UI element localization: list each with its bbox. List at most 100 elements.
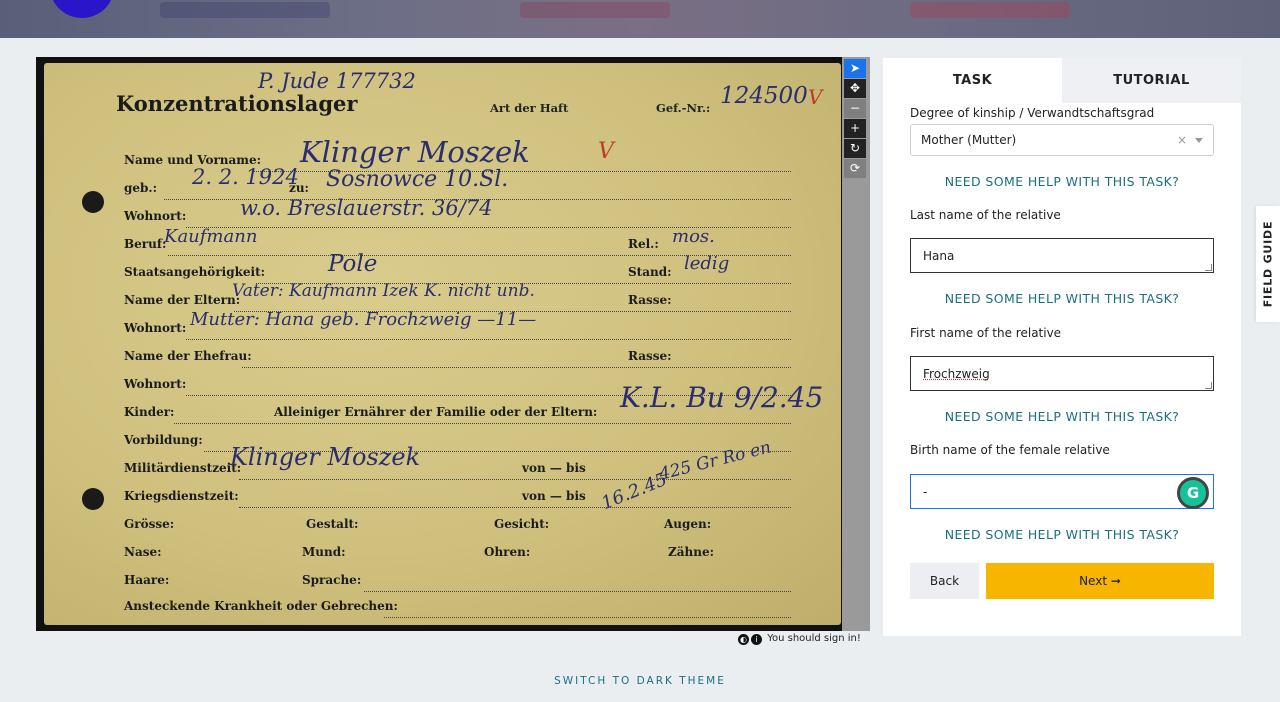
row-vorbildung: Vorbildung: xyxy=(124,433,791,455)
label-von-bis: von — bis xyxy=(522,461,586,475)
label-sprache: Sprache: xyxy=(302,573,362,587)
birth-name-input[interactable]: - G xyxy=(910,474,1214,509)
dotted-line xyxy=(174,423,791,424)
reset-icon[interactable]: ↻ xyxy=(844,139,866,158)
hand-beruf: Kaufmann xyxy=(164,226,258,247)
dark-theme-toggle[interactable]: SWITCH TO DARK THEME xyxy=(0,675,1280,687)
resize-handle[interactable] xyxy=(1205,382,1212,389)
sign-in-notice: ◐ i You should sign in! xyxy=(738,633,861,645)
zoom-out-icon[interactable]: − xyxy=(844,99,866,118)
kinship-label: Degree of kinship / Verwandtschaftsgrad xyxy=(910,106,1155,120)
label-ehefrau: Name der Ehefrau: xyxy=(124,349,252,363)
hand-rel: mos. xyxy=(672,226,715,247)
banner-blur xyxy=(160,2,330,18)
label-gesicht: Gesicht: xyxy=(494,517,550,531)
help-link[interactable]: NEED SOME HELP WITH THIS TASK? xyxy=(910,527,1214,542)
banner-blur xyxy=(910,2,1070,18)
label-vorbildung: Vorbildung: xyxy=(124,433,203,447)
hand-wohnort2: Mutter: Hana geb. Frochzweig —11— xyxy=(190,309,537,330)
registration-card-image: Konzentrationslager Art der Haft Gef.-Nr… xyxy=(36,57,842,631)
first-name-label: First name of the relative xyxy=(910,326,1062,340)
label-wohnort: Wohnort: xyxy=(124,377,187,391)
contrast-icon[interactable]: ◐ xyxy=(738,634,749,645)
panel-tabs: TASK TUTORIAL xyxy=(883,58,1241,103)
move-icon[interactable]: ✥ xyxy=(844,79,866,98)
first-name-input[interactable]: Frochzweig xyxy=(910,356,1214,391)
punch-hole xyxy=(82,488,104,510)
rotate-icon[interactable]: ⟳ xyxy=(844,159,866,178)
sign-in-text[interactable]: You should sign in! xyxy=(767,633,861,644)
field-guide-tab[interactable]: FIELD GUIDE xyxy=(1256,206,1280,322)
last-name-value: Hana xyxy=(923,249,955,263)
label-rasse: Rasse: xyxy=(628,293,672,307)
hand-signature: Klinger Moszek xyxy=(230,443,421,471)
label-kinder: Kinder: xyxy=(124,405,175,419)
row-haare: Haare: Sprache: xyxy=(124,573,791,595)
hand-kl: K.L. Bu 9/2.45 xyxy=(620,381,824,414)
tab-tutorial[interactable]: TUTORIAL xyxy=(1062,58,1241,103)
viewer-toolbar: ➤ ✥ − + ↻ ⟳ xyxy=(844,59,868,179)
card-art-der-haft: Art der Haft xyxy=(490,101,569,115)
banner-blur xyxy=(520,2,670,18)
row-groesse: Grösse: Gestalt: Gesicht: Augen: xyxy=(124,517,791,539)
document-viewer[interactable]: Konzentrationslager Art der Haft Gef.-Nr… xyxy=(36,57,870,631)
punch-hole xyxy=(82,191,104,213)
row-ehefrau: Name der Ehefrau: Rasse: xyxy=(124,349,791,371)
resize-handle[interactable] xyxy=(1205,264,1212,271)
row-krieg: Kriegsdienstzeit: von — bis xyxy=(124,489,791,511)
info-icon[interactable]: i xyxy=(751,634,762,645)
card-title: Konzentrationslager xyxy=(116,91,358,116)
label-gestalt: Gestalt: xyxy=(306,517,359,531)
grammarly-icon[interactable]: G xyxy=(1177,477,1209,509)
label-haare: Haare: xyxy=(124,573,170,587)
label-mund: Mund: xyxy=(302,545,346,559)
last-name-label: Last name of the relative xyxy=(910,208,1061,222)
label-groesse: Grösse: xyxy=(124,517,175,531)
tab-task[interactable]: TASK xyxy=(883,58,1062,103)
kinship-value: Mother (Mutter) xyxy=(921,133,1017,147)
hand-number: 124500 xyxy=(720,83,808,109)
dotted-line xyxy=(186,339,791,340)
back-button[interactable]: Back xyxy=(910,563,979,599)
label-wohnort: Wohnort: xyxy=(124,209,187,223)
label-augen: Augen: xyxy=(664,517,712,531)
red-check-mark: V xyxy=(808,85,823,109)
birth-name-value: - xyxy=(923,485,928,499)
label-beruf: Beruf: xyxy=(124,237,167,251)
label-krankheit: Ansteckende Krankheit oder Gebrechen: xyxy=(124,599,398,613)
hand-zu: Sosnowce 10.Sl. xyxy=(326,167,509,192)
help-link[interactable]: NEED SOME HELP WITH THIS TASK? xyxy=(910,291,1214,306)
label-staat: Staatsangehörigkeit: xyxy=(124,265,266,279)
help-link[interactable]: NEED SOME HELP WITH THIS TASK? xyxy=(910,409,1214,424)
clear-icon[interactable]: × xyxy=(1177,125,1187,155)
next-button[interactable]: Next ➞ xyxy=(986,563,1214,599)
label-von-bis: von — bis xyxy=(522,489,586,503)
dotted-line xyxy=(239,507,791,508)
hand-stand: ledig xyxy=(684,253,730,274)
red-check-mark: V xyxy=(598,139,614,164)
help-link[interactable]: NEED SOME HELP WITH THIS TASK? xyxy=(910,174,1214,189)
field-guide-label: FIELD GUIDE xyxy=(1261,220,1275,308)
label-rasse: Rasse: xyxy=(628,349,672,363)
card-gef-nr: Gef.-Nr.: xyxy=(656,101,711,115)
label-geb: geb.: xyxy=(124,181,158,195)
label-rel: Rel.: xyxy=(628,237,659,251)
hand-wohnort1: w.o. Breslauerstr. 36/74 xyxy=(240,196,493,220)
birth-name-label: Birth name of the female relative xyxy=(910,443,1110,457)
kinship-select[interactable]: Mother (Mutter) × xyxy=(910,124,1214,156)
zoom-in-icon[interactable]: + xyxy=(844,119,866,138)
row-nase: Nase: Mund: Ohren: Zähne: xyxy=(124,545,791,567)
pointer-icon[interactable]: ➤ xyxy=(844,59,866,78)
chevron-down-icon[interactable] xyxy=(1195,138,1203,143)
label-eltern: Name der Eltern: xyxy=(124,293,241,307)
label-militaer: Militärdienstzeit: xyxy=(124,461,242,475)
task-panel: TASK TUTORIAL Degree of kinship / Verwan… xyxy=(883,58,1241,636)
dotted-line xyxy=(384,617,791,618)
row-krankheit: Ansteckende Krankheit oder Gebrechen: xyxy=(124,599,791,621)
label-krieg: Kriegsdienstzeit: xyxy=(124,489,239,503)
dotted-line xyxy=(239,479,791,480)
label-wohnort: Wohnort: xyxy=(124,321,187,335)
label-nase: Nase: xyxy=(124,545,162,559)
last-name-input[interactable]: Hana xyxy=(910,238,1214,273)
site-logo[interactable] xyxy=(50,0,114,18)
